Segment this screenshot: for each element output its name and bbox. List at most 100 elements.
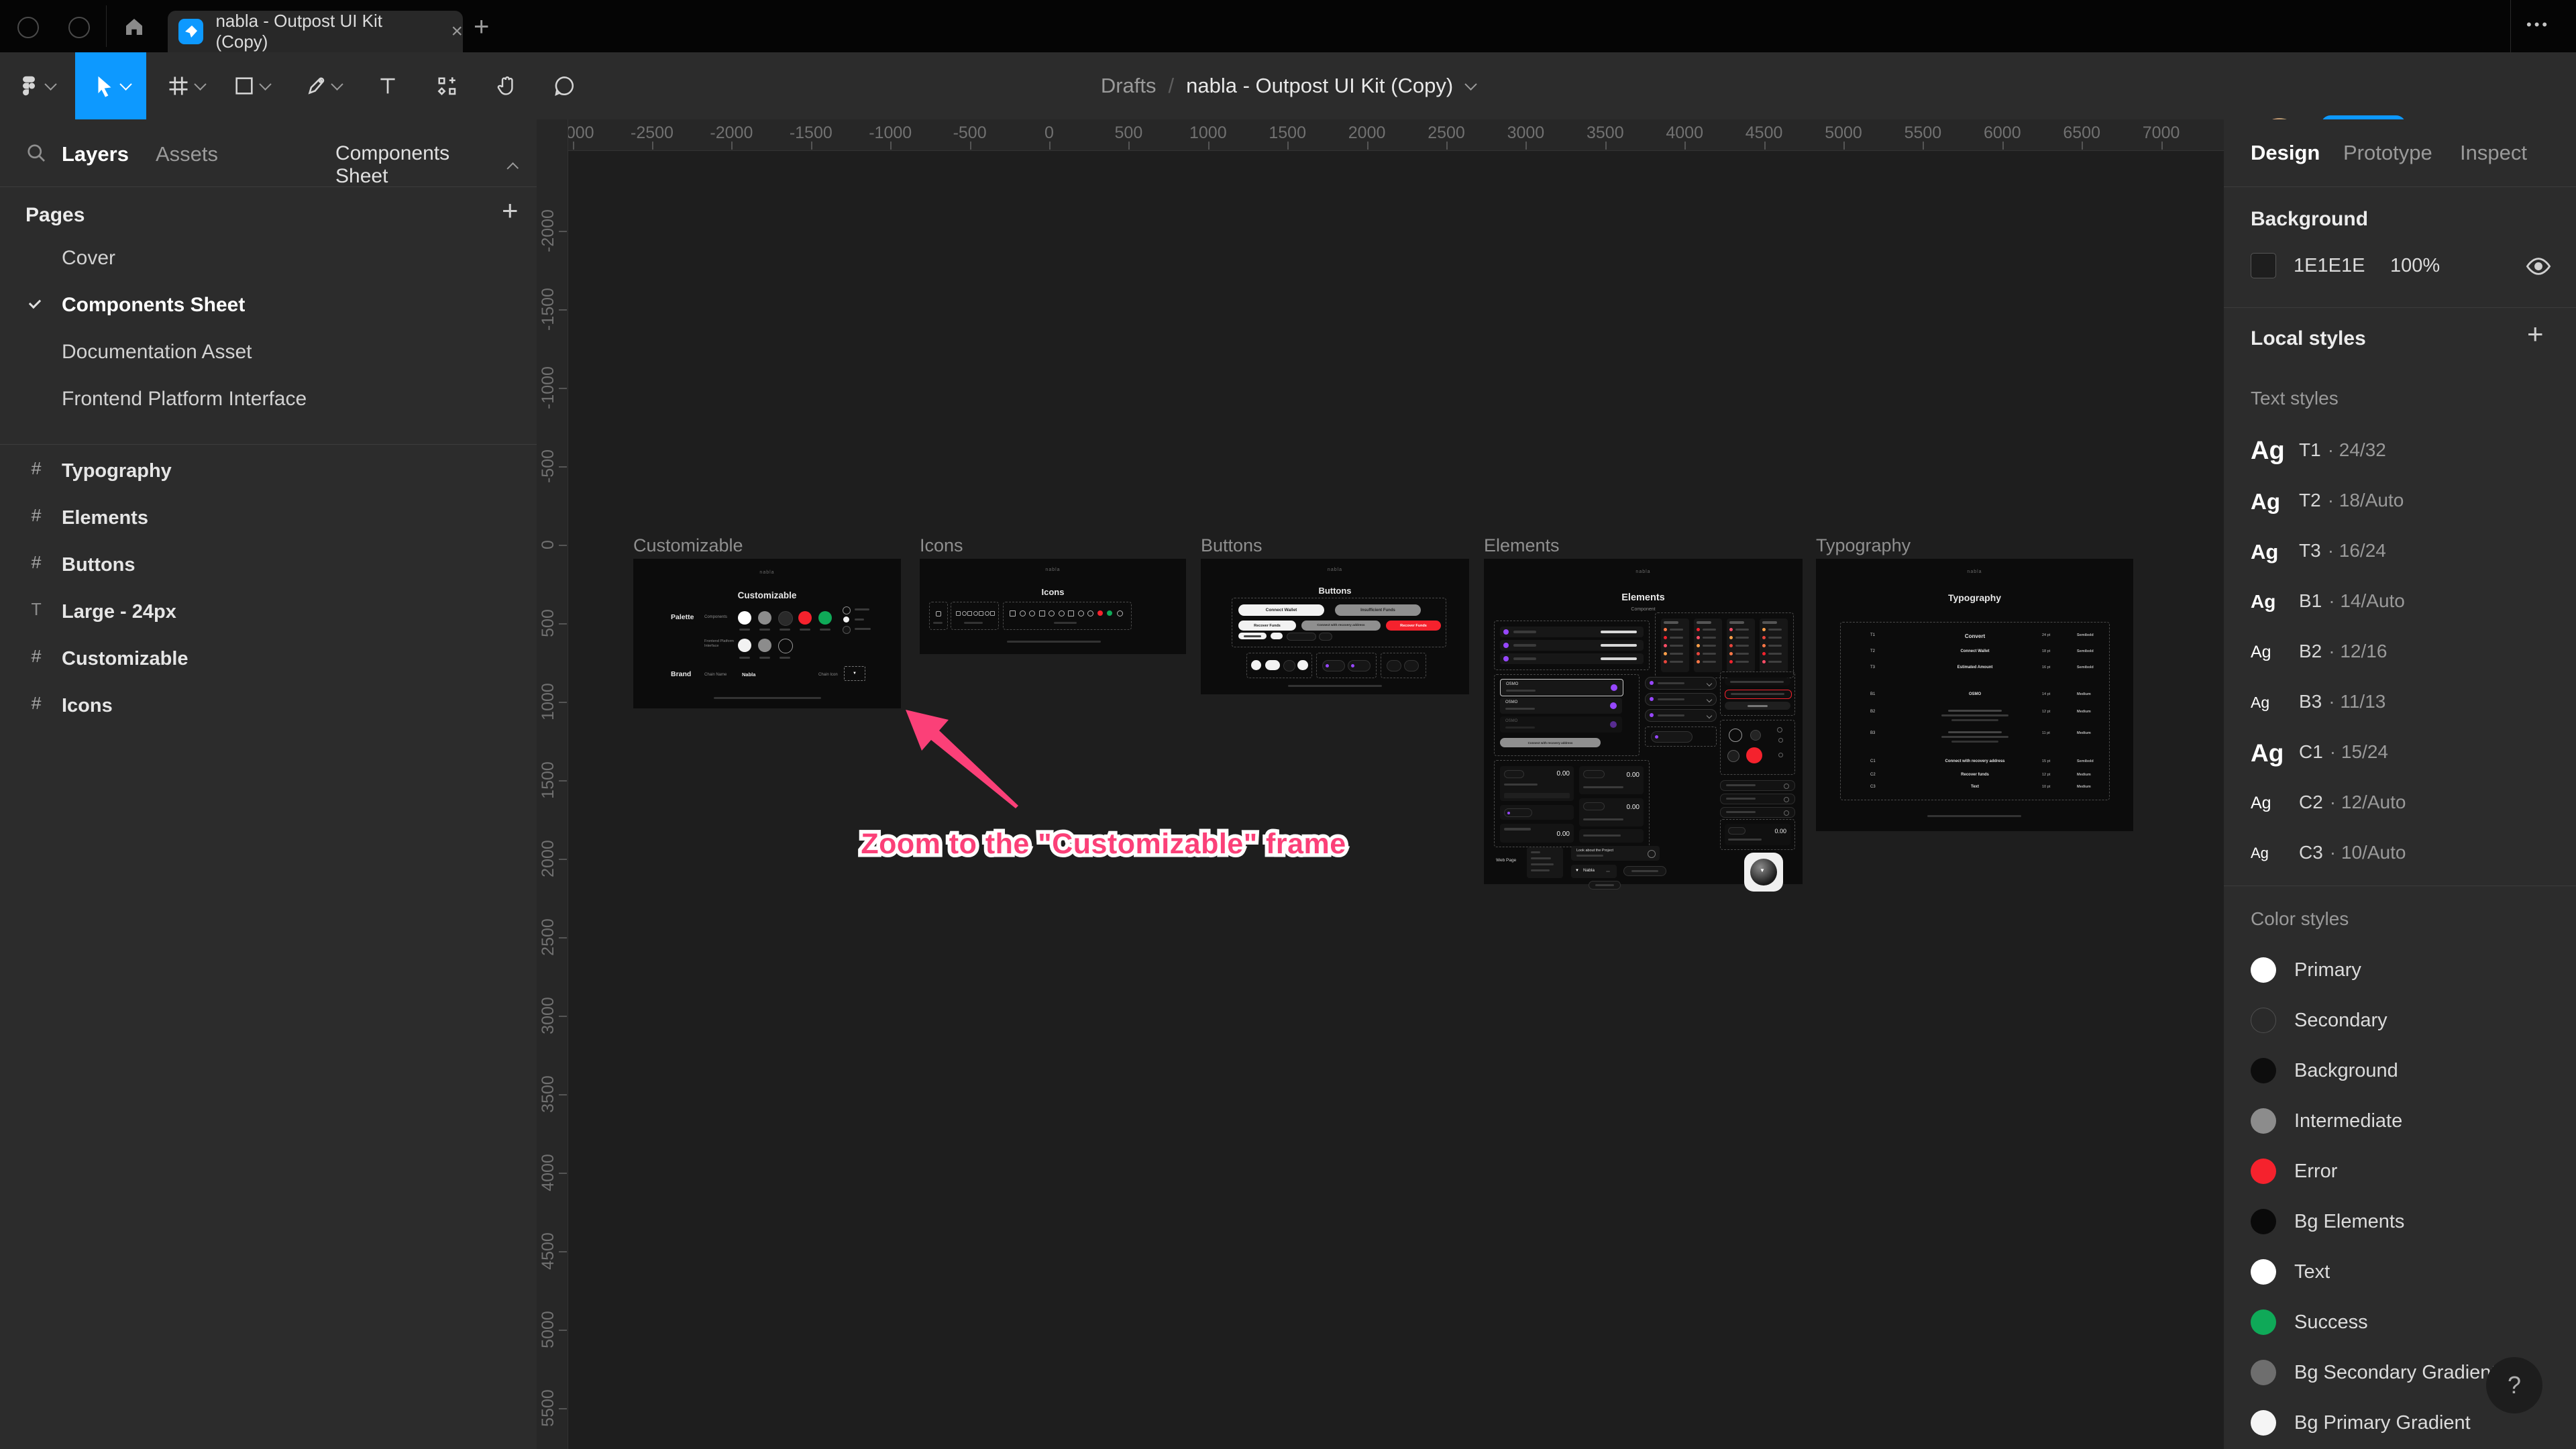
horizontal-ruler: -3000-2500-2000-1500-1000-50005001000150…	[537, 119, 2224, 151]
ruler-y-label: 4500	[539, 1232, 558, 1270]
background-opacity-value[interactable]: 100%	[2390, 255, 2440, 277]
project-mini-card: Look about the Project	[1571, 846, 1660, 861]
component-tool-icon[interactable]	[424, 52, 470, 119]
frame-elements[interactable]: nabla Elements Component OSMO OSMO OSMO …	[1484, 559, 1803, 884]
frame-buttons[interactable]: nabla Buttons Connect WalletInsufficient…	[1201, 559, 1469, 694]
mini-icon	[990, 611, 995, 616]
mini-icon	[1039, 610, 1045, 616]
hand-tool-icon[interactable]	[484, 52, 529, 119]
ruler-y-tick	[559, 1173, 567, 1174]
frame-icons[interactable]: nabla Icons	[920, 559, 1186, 654]
frame-inner-title: Typography	[1816, 592, 2133, 603]
main-menu-figma-icon[interactable]	[12, 52, 59, 119]
frame-title-buttons[interactable]: Buttons	[1201, 535, 1263, 556]
swap-cards-group: 0.00 0.00 0.00 0.00	[1494, 760, 1650, 847]
tab-prototype[interactable]: Prototype	[2343, 141, 2432, 165]
pill-bar	[1658, 682, 1684, 684]
card-header-bar	[1729, 621, 1744, 624]
sidebar-page-item[interactable]: Components Sheet	[0, 282, 537, 329]
ruler-x-label: 1500	[1269, 123, 1306, 143]
tab-inspect[interactable]: Inspect	[2460, 141, 2527, 165]
color-style-row[interactable]: Success	[2224, 1297, 2576, 1347]
swatch-caption-bar	[759, 629, 770, 631]
type-row-tag: T3	[1870, 665, 1875, 669]
home-icon[interactable]	[122, 15, 146, 42]
tab-assets[interactable]: Assets	[156, 142, 218, 166]
breadcrumb-location[interactable]: Drafts	[1101, 74, 1157, 98]
card-header-bar	[1762, 621, 1777, 624]
text-style-row[interactable]: AgC2· 12/Auto	[2224, 777, 2576, 827]
frame-typography[interactable]: nabla Typography T1Convert24 ptSemiboldT…	[1816, 559, 2133, 831]
sidebar-page-item[interactable]: Frontend Platform Interface	[0, 376, 537, 423]
color-style-row[interactable]: Intermediate	[2224, 1095, 2576, 1146]
frame-title-elements[interactable]: Elements	[1484, 535, 1560, 556]
text-style-row[interactable]: AgC1· 15/24	[2224, 727, 2576, 777]
text-style-name: T3· 16/24	[2299, 540, 2386, 561]
type-row-name: Recover funds	[1915, 773, 2035, 777]
mini-search-input	[1720, 807, 1795, 818]
option-circle-white	[843, 616, 849, 623]
palette-label: Palette	[671, 613, 694, 621]
add-style-button[interactable]: +	[2527, 318, 2544, 350]
frame-title-icons[interactable]: Icons	[920, 535, 963, 556]
breadcrumb-file-name[interactable]: nabla - Outpost UI Kit (Copy)	[1186, 74, 1453, 98]
frame-customizable[interactable]: nabla Customizable Palette Components Fr…	[633, 559, 901, 708]
layer-item-typography[interactable]: #Typography	[0, 448, 537, 495]
color-styles-header: Color styles	[2251, 908, 2349, 930]
text-style-row[interactable]: AgT1· 24/32	[2224, 425, 2576, 475]
ruler-x-tick	[1923, 142, 1924, 150]
text-tool-icon[interactable]	[368, 52, 408, 119]
color-style-row[interactable]: Background	[2224, 1045, 2576, 1095]
layer-item-elements[interactable]: #Elements	[0, 495, 537, 542]
tab-design[interactable]: Design	[2251, 141, 2320, 165]
move-tool-selected[interactable]	[75, 52, 146, 119]
layer-item-customizable[interactable]: #Customizable	[0, 636, 537, 683]
color-style-row[interactable]: Error	[2224, 1146, 2576, 1196]
window-circle-icon[interactable]	[68, 17, 90, 38]
new-tab-icon[interactable]: +	[474, 12, 489, 42]
color-style-name: Bg Secondary Gradient	[2294, 1362, 2496, 1384]
page-selector[interactable]: Components Sheet	[335, 142, 517, 188]
sidebar-page-item[interactable]: Cover	[0, 235, 537, 282]
shape-tool-icon[interactable]	[224, 52, 278, 119]
layer-item-buttons[interactable]: #Buttons	[0, 542, 537, 589]
color-style-row[interactable]: Primary	[2224, 945, 2576, 995]
text-style-row[interactable]: AgB2· 12/16	[2224, 626, 2576, 676]
canvas[interactable]: -3000-2500-2000-1500-1000-50005001000150…	[537, 119, 2224, 1449]
tab-close-icon[interactable]: ×	[451, 20, 463, 43]
search-icon[interactable]	[24, 141, 48, 168]
ruler-y-label: 2000	[539, 840, 558, 877]
browser-menu-icon[interactable]: •••	[2526, 16, 2550, 34]
frame-title-typography[interactable]: Typography	[1816, 535, 1911, 556]
color-style-swatch	[2251, 957, 2276, 983]
help-button[interactable]: ?	[2486, 1357, 2542, 1413]
help-button-label: ?	[2508, 1371, 2521, 1399]
window-circle-icon[interactable]	[17, 17, 39, 38]
pen-tool-icon[interactable]	[294, 52, 352, 119]
layer-item-large-24px[interactable]: TLarge - 24px	[0, 589, 537, 636]
color-style-row[interactable]: Secondary	[2224, 995, 2576, 1045]
layer-item-icons[interactable]: #Icons	[0, 683, 537, 730]
frame-tool-icon[interactable]	[160, 52, 211, 119]
text-style-row[interactable]: AgC3· 10/Auto	[2224, 827, 2576, 877]
color-style-swatch	[2251, 1209, 2276, 1234]
layer-name: Typography	[62, 460, 172, 482]
text-style-row[interactable]: AgT3· 16/24	[2224, 525, 2576, 576]
color-style-row[interactable]: Text	[2224, 1246, 2576, 1297]
text-style-row[interactable]: AgB1· 14/Auto	[2224, 576, 2576, 626]
text-style-row[interactable]: AgT2· 18/Auto	[2224, 475, 2576, 525]
sidebar-page-item[interactable]: Documentation Asset	[0, 329, 537, 376]
frame-title-customizable[interactable]: Customizable	[633, 535, 743, 556]
background-hex-value[interactable]: 1E1E1E	[2294, 255, 2365, 277]
browser-tab[interactable]: nabla - Outpost UI Kit (Copy) ×	[168, 11, 463, 52]
tab-layers[interactable]: Layers	[62, 142, 129, 166]
mini-icon	[1010, 610, 1016, 616]
text-style-name: T1· 24/32	[2299, 439, 2386, 461]
comment-tool-icon[interactable]	[542, 52, 586, 119]
color-style-row[interactable]: Bg Elements	[2224, 1196, 2576, 1246]
background-color-swatch[interactable]	[2251, 253, 2276, 278]
menu-mini-card	[1527, 847, 1563, 878]
visibility-eye-icon[interactable]	[2524, 252, 2553, 284]
text-style-row[interactable]: AgB3· 11/13	[2224, 676, 2576, 727]
add-page-button[interactable]: +	[502, 195, 519, 227]
